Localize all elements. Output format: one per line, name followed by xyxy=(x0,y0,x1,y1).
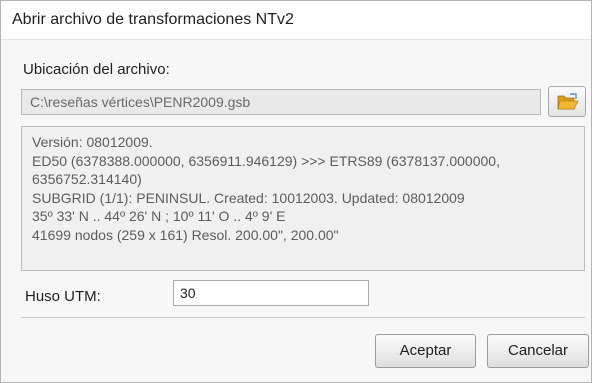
info-ellipsoid-line: ED50 (6378388.000000, 6356911.946129) >>… xyxy=(32,152,500,169)
utm-zone-label: Huso UTM: xyxy=(25,288,101,305)
folder-open-icon xyxy=(557,93,579,110)
transformation-info-box: Versión: 08012009. ED50 (6378388.000000,… xyxy=(21,126,585,271)
info-ellipsoid-cont-line: 6356752.314140) xyxy=(32,171,142,187)
accept-button[interactable]: Aceptar xyxy=(375,334,476,368)
info-nodes-line: 41699 nodos (259 x 161) Resol. 200.00", … xyxy=(32,226,339,243)
dialog-body: Ubicación del archivo: C:\reseñas vértic… xyxy=(13,51,589,369)
dialog-window: Abrir archivo de transformaciones NTv2 U… xyxy=(0,0,592,383)
info-version-line: Versión: 08012009. xyxy=(32,134,153,150)
info-extent-line: 35º 33' N .. 44º 26' N ; 10º 11' O .. 4º… xyxy=(32,208,286,224)
cancel-button[interactable]: Cancelar xyxy=(487,334,589,368)
title-bar[interactable]: Abrir archivo de transformaciones NTv2 xyxy=(1,1,591,40)
utm-zone-input[interactable] xyxy=(173,280,369,306)
window-title: Abrir archivo de transformaciones NTv2 xyxy=(12,11,294,28)
file-path-field[interactable]: C:\reseñas vértices\PENR2009.gsb xyxy=(21,89,541,115)
browse-file-button[interactable] xyxy=(548,86,586,117)
info-subgrid-line: SUBGRID (1/1): PENINSUL. Created: 100120… xyxy=(32,189,465,206)
file-location-label: Ubicación del archivo: xyxy=(23,61,170,78)
divider xyxy=(21,317,585,318)
